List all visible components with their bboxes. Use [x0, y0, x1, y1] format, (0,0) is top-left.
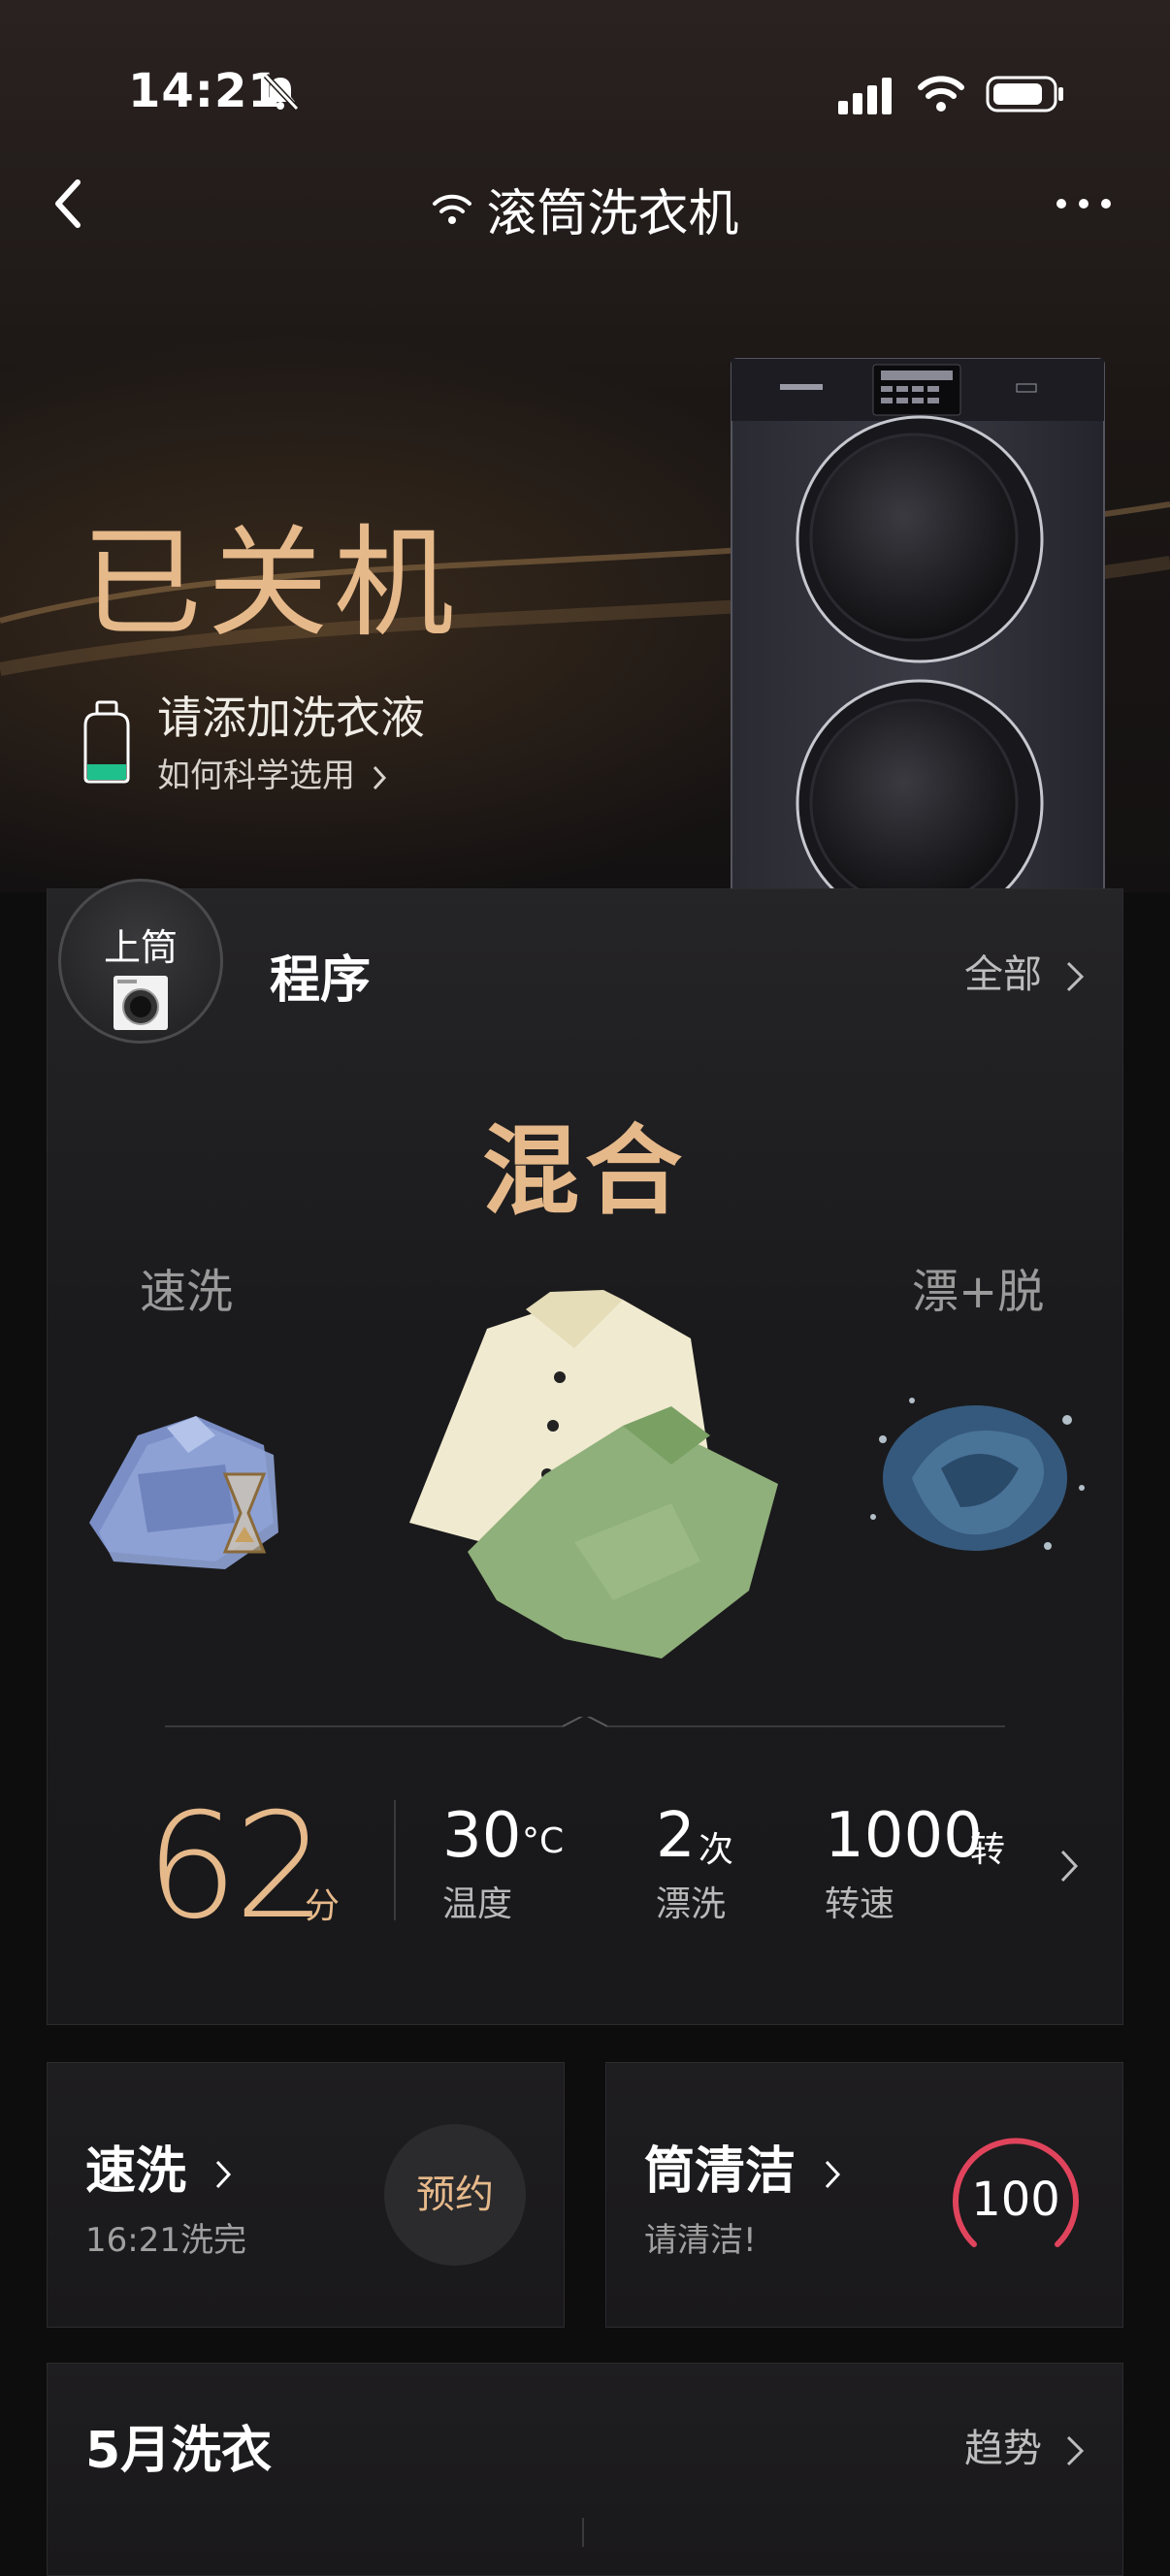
- chevron-right-icon: [373, 765, 386, 789]
- drum-clean-hint: 请清洁!: [644, 2221, 757, 2260]
- battery-icon: [986, 76, 1063, 113]
- chevron-right-icon: [826, 2160, 841, 2189]
- drum-clean-title-text: 筒清洁: [644, 2142, 796, 2201]
- all-programs-link[interactable]: 全部: [964, 943, 1086, 999]
- temperature-value: 30: [442, 1800, 522, 1872]
- chevron-right-icon: [1066, 2435, 1084, 2466]
- program-option-next[interactable]: 漂+脱: [912, 1253, 1044, 1321]
- page-title: 滚筒洗衣机: [486, 185, 739, 243]
- duration-unit: 分: [305, 1886, 341, 1926]
- trend-link[interactable]: 趋势: [964, 2417, 1086, 2473]
- detergent-guide-label: 如何科学选用: [157, 757, 355, 795]
- temperature-label: 温度: [442, 1884, 513, 1924]
- quick-wash-title[interactable]: 速洗: [85, 2130, 233, 2203]
- washer-thumbnail-icon: [114, 976, 168, 1030]
- monthly-title: 5月洗衣: [85, 2422, 273, 2480]
- mixed-clothes-image[interactable]: [380, 1271, 797, 1678]
- quick-wash-finish-time: 16:21洗完: [85, 2221, 246, 2260]
- status-time: 14:21: [128, 64, 281, 118]
- wifi-icon: [918, 76, 964, 112]
- duration-separator: [394, 1800, 396, 1920]
- detergent-tip-title[interactable]: 请添加洗衣液: [157, 683, 425, 747]
- detergent-guide-link[interactable]: 如何科学选用: [157, 749, 387, 796]
- program-label: 程序: [270, 951, 372, 1010]
- current-program: 混合: [482, 1114, 688, 1228]
- drum-clean-title[interactable]: 筒清洁: [644, 2130, 842, 2203]
- more-options-icon[interactable]: [1054, 184, 1114, 223]
- duration-value: 62: [146, 1783, 327, 1951]
- program-settings-chevron-icon[interactable]: [1057, 1847, 1081, 1885]
- power-status: 已关机: [81, 514, 461, 654]
- drum-clean-value: 100: [971, 2173, 1060, 2227]
- nav-title-bar: 滚筒洗衣机: [0, 173, 1170, 245]
- rinse-count-value: 2: [656, 1800, 696, 1872]
- quick-wash-shirt-image[interactable]: [80, 1377, 293, 1581]
- rinse-spin-fabric-image[interactable]: [854, 1371, 1096, 1575]
- chevron-right-icon: [216, 2160, 232, 2189]
- program-option-prev[interactable]: 速洗: [140, 1253, 233, 1321]
- rinse-count-unit: 次: [699, 1830, 734, 1870]
- silent-bell-icon: [263, 73, 300, 112]
- spin-speed-label: 转速: [825, 1884, 895, 1924]
- all-programs-label: 全部: [964, 952, 1042, 997]
- cellular-signal-icon: [838, 78, 892, 114]
- drum-label: 上筒: [103, 926, 178, 969]
- spin-speed-unit: 转: [970, 1830, 1006, 1870]
- detergent-bottle-icon: [83, 700, 130, 784]
- rinse-label: 漂洗: [656, 1884, 727, 1924]
- quick-wash-title-text: 速洗: [85, 2142, 187, 2201]
- temperature-unit: °C: [522, 1821, 565, 1861]
- program-selector-indicator: [165, 1717, 1005, 1727]
- wifi-connected-icon: [433, 194, 472, 224]
- chevron-right-icon: [1066, 961, 1084, 992]
- spin-speed-value: 1000: [825, 1800, 983, 1872]
- trend-label: 趋势: [964, 2427, 1042, 2471]
- washing-machine-image: [731, 358, 1105, 900]
- reserve-button[interactable]: 预约: [384, 2124, 526, 2266]
